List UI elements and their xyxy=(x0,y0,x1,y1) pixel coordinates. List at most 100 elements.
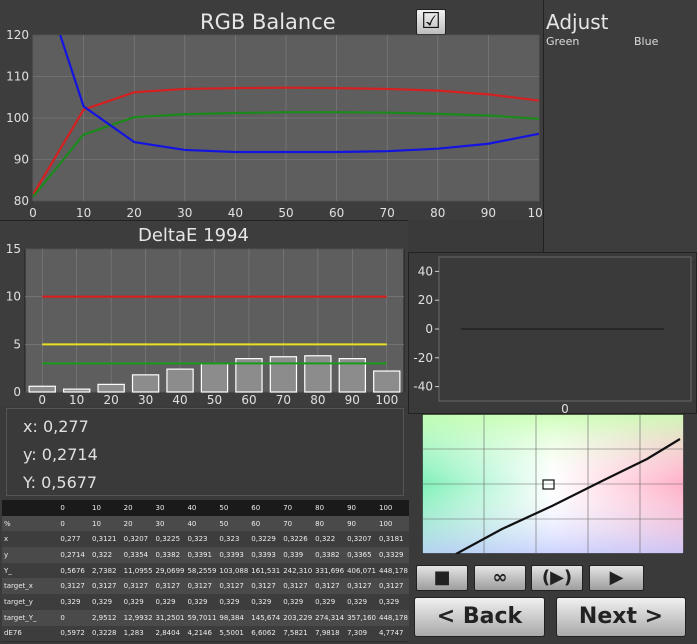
table-cell: 70 xyxy=(281,515,314,532)
play-button[interactable]: ▶ xyxy=(589,565,644,591)
table-cell: 0,323 xyxy=(217,531,250,548)
table-cell: 0,329 xyxy=(281,594,314,610)
table-cell: 0,3127 xyxy=(58,578,90,595)
readout-y: y: 0,2714 xyxy=(23,445,98,464)
table-cell: 4,7747 xyxy=(376,625,409,642)
table-cell: 0,3127 xyxy=(345,578,377,595)
table-cell: 0,3127 xyxy=(376,578,409,595)
table-cell: 1,283 xyxy=(121,625,154,642)
deltae-ytick-label: 0 xyxy=(13,385,21,399)
loop-button[interactable]: ∞ xyxy=(474,565,526,591)
rgb-xtick-label: 60 xyxy=(329,206,344,220)
table-cell: 4,2146 xyxy=(185,625,218,642)
rgb-xtick-label: 80 xyxy=(430,206,445,220)
table-cell: 0,3127 xyxy=(217,578,250,595)
deltae-ytick-label: 15 xyxy=(6,242,21,256)
table-cell: 80 xyxy=(313,500,346,516)
table-cell: 0,277 xyxy=(58,531,90,548)
table-cell: 274,314 xyxy=(313,609,346,626)
table-cell: 31,2501 xyxy=(153,609,186,626)
table-cell: 0,322 xyxy=(313,531,346,548)
rgb-ytick-label: 110 xyxy=(6,70,29,84)
rgb-ytick-label: 100 xyxy=(6,111,29,125)
next-button[interactable]: Next > xyxy=(556,597,686,637)
readout-Y: Y: 0,5677 xyxy=(23,473,98,492)
table-cell: 100 xyxy=(376,500,409,516)
rgb-xtick-label: 0 xyxy=(29,206,37,220)
rgb-balance-panel: RGB Balance ☑ 01020304050607080901008090… xyxy=(0,0,543,220)
table-cell: 0,3228 xyxy=(90,625,122,642)
table-cell: 0,3393 xyxy=(249,547,282,563)
table-header-row: 0 10 20 30 40 50 60 70 80 90 100 xyxy=(2,500,409,516)
table-cell: 0,3207 xyxy=(345,531,377,548)
table-cell: 59,7011 xyxy=(185,609,218,626)
deltae-bar xyxy=(97,383,125,393)
deltae-bar xyxy=(200,362,229,393)
table-row: Y_ 0,5676 2,7382 11,0955 29,0699 58,2559 103,0… xyxy=(2,562,409,579)
xyy-readout: x: 0,277 y: 0,2714 Y: 0,5677 xyxy=(6,408,404,496)
deltae-ytick-label: 5 xyxy=(13,337,21,351)
adjust-title: Adjust xyxy=(546,10,609,34)
adjust-green-label: Green xyxy=(546,35,580,48)
table-row-label: target_x xyxy=(2,578,59,595)
table-cell: 0,322 xyxy=(90,547,122,563)
adjust-blue-label: Blue xyxy=(634,35,659,48)
table-cell: 58,2559 xyxy=(185,562,218,579)
table-cell: 50 xyxy=(217,515,250,532)
table-cell: 0,3226 xyxy=(281,531,314,548)
table-cell: 0,329 xyxy=(185,594,218,610)
deltae-panel: DeltaE 1994 0 5 10 15 0 10 20 30 40 50 60 70 80 90 100 xyxy=(0,220,408,407)
table-cell: 40 xyxy=(185,515,218,532)
table-row: target_x 0,3127 0,3127 0,3127 0,3127 0,3127 0,… xyxy=(2,578,409,595)
table-cell: 0,329 xyxy=(249,594,282,610)
rgb-ytick-label: 120 xyxy=(6,28,29,42)
table-cell: 98,384 xyxy=(217,609,250,626)
table-cell: 6,6062 xyxy=(249,625,282,642)
stop-button[interactable]: ■ xyxy=(416,565,468,591)
deltae-xtick-label: 80 xyxy=(310,393,325,407)
rgb-xtick-label: 10 xyxy=(76,206,91,220)
table-row: dE76 0,5972 0,3228 1,283 2,8404 4,2146 5,5001 6… xyxy=(2,625,409,642)
rgb-xtick-label: 90 xyxy=(481,206,496,220)
rgb-ytick-label: 80 xyxy=(14,194,29,208)
readout-x: x: 0,277 xyxy=(23,417,89,436)
deltae-bar xyxy=(28,385,56,393)
table-cell: 10 xyxy=(90,500,122,516)
table-cell: 10 xyxy=(90,515,122,532)
table-cell: 12,9932 xyxy=(121,609,154,626)
back-button[interactable]: < Back xyxy=(414,597,545,637)
table-row-label xyxy=(2,500,59,516)
offset-chart: 40200-20-400 xyxy=(413,256,692,415)
table-cell: 0,3127 xyxy=(313,578,346,595)
table-cell: 0,3127 xyxy=(185,578,218,595)
table-cell: 0,3127 xyxy=(121,578,154,595)
table-row-label: x xyxy=(2,531,59,548)
table-cell: 90 xyxy=(345,500,377,516)
table-cell: 5,5001 xyxy=(217,625,250,642)
offset-ytick-label: 0 xyxy=(425,322,433,336)
table-cell: 0,3365 xyxy=(345,547,377,563)
rgb-xtick-label: 30 xyxy=(177,206,192,220)
rgb-xtick-label: 20 xyxy=(127,206,142,220)
table-cell: 0,329 xyxy=(376,594,409,610)
table-cell: 0,3127 xyxy=(249,578,282,595)
table-row: target_Y_ 0 2,9512 12,9932 31,2501 59,7011 98,… xyxy=(2,609,409,626)
deltae-xtick-label: 90 xyxy=(345,393,360,407)
rgb-balance-chart: 0 10 20 30 40 50 60 70 80 90 100 80 90 100 110 120 xyxy=(6,28,543,220)
table-cell: 0,339 xyxy=(281,547,314,563)
table-cell: 0 xyxy=(58,515,90,532)
table-cell: 0,3181 xyxy=(376,531,409,548)
table-cell: 0,329 xyxy=(153,594,186,610)
play-step-button[interactable]: (▶) xyxy=(531,565,583,591)
deltae-bar xyxy=(304,355,332,393)
table-cell: 2,7382 xyxy=(90,562,122,579)
cie-diagram-graphic xyxy=(421,413,685,555)
deltae-xtick-label: 60 xyxy=(241,393,256,407)
table-cell: 0 xyxy=(58,609,90,626)
table-cell: 0,329 xyxy=(121,594,154,610)
offset-ytick-label: -40 xyxy=(413,380,433,394)
deltae-xtick-label: 40 xyxy=(172,393,187,407)
table-cell: 0,3121 xyxy=(90,531,122,548)
deltae-bar xyxy=(166,368,194,393)
table-cell: 60 xyxy=(249,500,282,516)
